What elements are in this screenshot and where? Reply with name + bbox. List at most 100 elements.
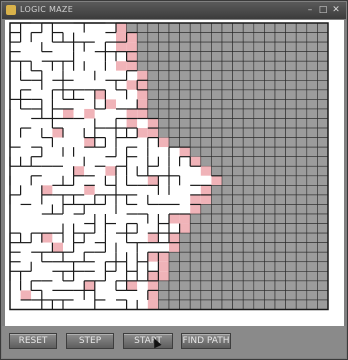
maze-cell-explored <box>31 252 42 262</box>
maze-cell-explored <box>105 147 116 157</box>
reset-button[interactable]: RESET <box>9 333 57 349</box>
maze-cell-explored <box>94 118 106 129</box>
maze-cell-unvisited <box>200 51 212 62</box>
maze-cell-unvisited <box>221 299 233 310</box>
maze-cell-explored <box>10 61 21 71</box>
maze-cell-unvisited <box>158 280 170 291</box>
maze-cell-unvisited <box>232 299 244 310</box>
maze-cell-explored <box>20 223 32 234</box>
maze-cell-explored <box>20 194 32 205</box>
maze-cell-explored <box>126 137 138 148</box>
maze-cell-unvisited <box>211 213 223 224</box>
maze-cell-unvisited <box>200 79 212 91</box>
maze-cell-explored <box>190 185 201 195</box>
maze-cell-explored <box>63 108 74 119</box>
maze-cell-explored <box>94 61 106 71</box>
maze-cell-explored <box>105 175 116 186</box>
maze-cell-unvisited <box>306 51 318 62</box>
maze-cell-unvisited <box>189 251 202 263</box>
maze-cell-unvisited <box>158 51 170 62</box>
maze-cell-explored <box>137 299 148 310</box>
maze-cell-unvisited <box>200 146 212 158</box>
maze-cell-unvisited <box>306 118 318 129</box>
maze-cell-explored <box>20 51 32 62</box>
maze-cell-unvisited <box>285 242 297 253</box>
maze-cell-explored <box>126 204 138 214</box>
maze-cell-explored <box>116 233 127 243</box>
maze-cell-unvisited <box>295 261 308 272</box>
maze-cell-explored <box>147 118 159 129</box>
restore-icon[interactable]: □ <box>317 5 329 15</box>
maze-cell-unvisited <box>189 41 202 52</box>
maze-cell-explored <box>31 166 42 176</box>
maze-cell-explored <box>52 204 63 214</box>
start-button[interactable]: START <box>123 333 173 349</box>
maze-cell-unvisited <box>264 99 276 110</box>
maze-cell-explored <box>116 290 127 300</box>
maze-cell-unvisited <box>306 165 318 177</box>
maze-cell-unvisited <box>211 137 223 148</box>
minimize-icon[interactable]: – <box>304 5 316 15</box>
maze-cell-explored <box>179 194 191 205</box>
maze-cell-explored <box>116 156 127 167</box>
maze-cell-explored <box>190 204 201 214</box>
maze-cell-unvisited <box>285 137 297 148</box>
maze-cell-unvisited <box>264 165 276 177</box>
close-icon[interactable]: ✕ <box>330 5 342 15</box>
find-path-button[interactable]: FIND PATH <box>181 333 231 349</box>
maze-cell-explored <box>52 70 63 81</box>
maze-cell-explored <box>158 194 169 205</box>
maze-cell-unvisited <box>306 60 318 72</box>
maze-cell-unvisited <box>285 99 297 110</box>
maze-cell-unvisited <box>306 194 318 205</box>
maze-cell-unvisited <box>264 118 276 129</box>
maze-cell-unvisited <box>189 22 202 33</box>
maze-cell-unvisited <box>211 22 223 33</box>
maze-cell-unvisited <box>200 290 212 301</box>
maze-cell-explored <box>73 175 85 186</box>
maze-cell-unvisited <box>306 175 318 186</box>
maze-cell-explored <box>126 51 138 62</box>
maze-cell-unvisited <box>242 22 255 33</box>
maze-cell-explored <box>147 175 159 186</box>
maze-cell-unvisited <box>317 280 329 291</box>
maze-cell-explored <box>63 80 74 90</box>
maze-grid[interactable] <box>5 20 344 326</box>
title-bar[interactable]: LOGIC MAZE – □ ✕ <box>2 2 346 19</box>
maze-cell-explored <box>94 80 106 90</box>
maze-cell-explored <box>20 156 32 167</box>
maze-cell-explored <box>84 185 95 195</box>
maze-cell-unvisited <box>232 32 244 43</box>
maze-cell-unvisited <box>168 89 180 100</box>
maze-cell-unvisited <box>221 261 233 272</box>
maze-cell-unvisited <box>317 232 329 243</box>
maze-cell-explored <box>84 147 95 157</box>
maze-cell-explored <box>52 23 63 33</box>
maze-cell-explored <box>73 137 85 148</box>
maze-cell-explored <box>52 99 63 109</box>
maze-cell-explored <box>105 252 116 262</box>
maze-cell-unvisited <box>189 108 202 119</box>
maze-cell-unvisited <box>189 271 202 282</box>
maze-canvas-area[interactable] <box>5 20 344 326</box>
maze-cell-explored <box>116 280 127 291</box>
maze-cell-unvisited <box>285 22 297 33</box>
maze-cell-unvisited <box>242 223 255 234</box>
maze-cell-unvisited <box>232 118 244 129</box>
maze-cell-explored <box>84 261 95 272</box>
maze-cell-explored <box>158 233 169 243</box>
maze-cell-unvisited <box>158 299 170 310</box>
maze-cell-unvisited <box>200 213 212 224</box>
maze-cell-unvisited <box>211 280 223 291</box>
maze-cell-unvisited <box>168 251 180 263</box>
maze-cell-explored <box>169 166 180 176</box>
maze-cell-explored <box>147 290 159 300</box>
maze-cell-explored <box>105 128 116 138</box>
maze-cell-explored <box>94 137 106 148</box>
maze-cell-explored <box>41 137 53 148</box>
maze-cell-unvisited <box>253 232 265 243</box>
maze-cell-explored <box>63 261 74 272</box>
step-button[interactable]: STEP <box>66 333 114 349</box>
maze-cell-explored <box>105 51 116 62</box>
maze-cell-unvisited <box>179 290 191 301</box>
